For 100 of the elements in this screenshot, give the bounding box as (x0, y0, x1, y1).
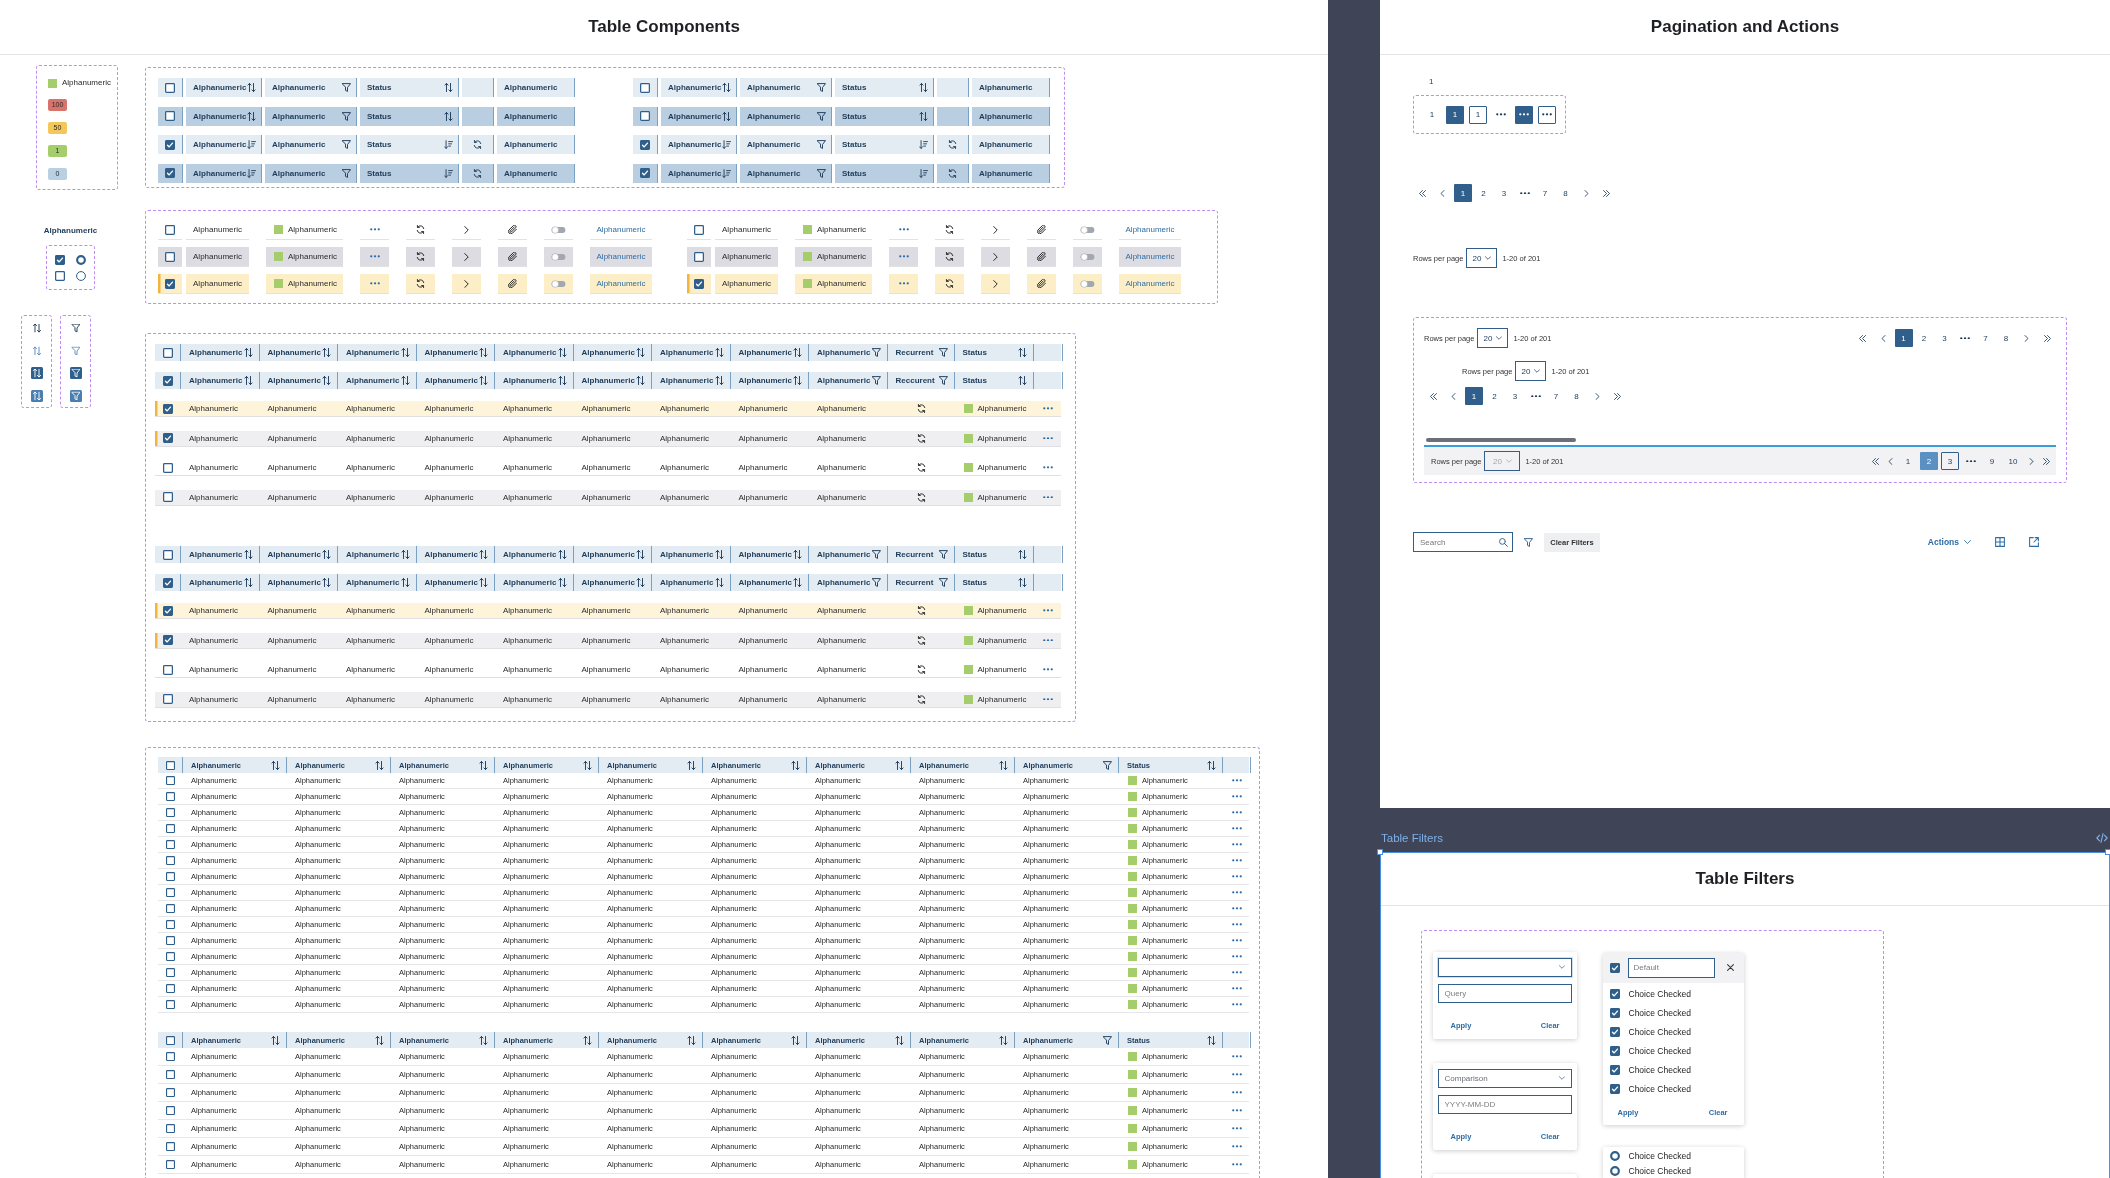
page-button[interactable]: 7 (1976, 329, 1995, 347)
checkbox[interactable] (166, 792, 175, 801)
sort-icon[interactable] (375, 760, 384, 770)
column-header[interactable]: Alphanumeric (416, 372, 495, 389)
filter-input[interactable]: Query (1437, 983, 1572, 1003)
column-header[interactable]: Alphanumeric (573, 574, 652, 591)
checkbox[interactable] (163, 605, 173, 616)
sort-icon[interactable] (271, 760, 280, 770)
sort-icon[interactable] (1017, 578, 1027, 587)
filter-select[interactable] (1437, 957, 1572, 977)
more-icon[interactable] (1232, 1003, 1242, 1006)
sort-icon[interactable] (791, 760, 800, 770)
rows-per-page-select[interactable]: 20 (1477, 328, 1509, 348)
more-icon[interactable] (1043, 466, 1054, 469)
more-icon[interactable] (369, 255, 380, 258)
sort-descending-icon[interactable] (919, 140, 928, 149)
checkbox[interactable] (165, 251, 175, 262)
sort-icon[interactable] (247, 83, 256, 92)
column-header[interactable]: Alphanumeric (661, 135, 737, 154)
search-icon[interactable] (1499, 537, 1508, 547)
chevron-right-icon[interactable] (464, 279, 469, 288)
frame-label[interactable]: Table Filters (1381, 832, 1443, 844)
checkbox[interactable] (162, 577, 173, 588)
checkbox[interactable] (165, 760, 175, 770)
sort-icon[interactable] (243, 578, 253, 587)
column-header[interactable]: Alphanumeric (186, 106, 262, 126)
sort-icon[interactable] (722, 111, 731, 121)
column-header[interactable]: Alphanumeric (661, 163, 737, 183)
sort-icon[interactable] (557, 578, 567, 587)
checkbox[interactable] (166, 984, 175, 993)
sort-icon[interactable] (895, 1035, 904, 1045)
filter-icon[interactable] (69, 367, 82, 379)
sort-icon[interactable] (243, 348, 253, 357)
checkbox[interactable] (55, 254, 65, 265)
more-icon[interactable] (1232, 891, 1242, 894)
page-button[interactable]: 1 (1899, 452, 1917, 470)
sort-icon[interactable] (557, 550, 567, 559)
more-icon[interactable] (1232, 779, 1242, 782)
expand-icon[interactable] (2029, 537, 2039, 547)
sort-icon[interactable] (919, 83, 928, 92)
paperclip-icon[interactable] (508, 279, 517, 288)
column-header[interactable] (462, 106, 494, 126)
filter-icon[interactable] (938, 376, 948, 385)
sort-icon[interactable] (479, 550, 488, 559)
column-header[interactable]: Alphanumeric (730, 344, 809, 361)
more-icon[interactable] (1232, 1073, 1242, 1076)
page-button[interactable]: 8 (1997, 329, 2015, 347)
sort-icon[interactable] (1207, 1035, 1216, 1045)
table-row[interactable]: Alphanumeric Alphanumeric Alphanumeric Alphanumeric Alphanumeric Alphanumeric Alphanumeric Alphanumeric Alphanumeric Alphanumeric (155, 691, 1061, 708)
column-header[interactable]: Alphanumeric (338, 344, 417, 361)
column-header[interactable]: Alphanumeric (495, 574, 574, 591)
page-button[interactable]: 7 (1536, 184, 1554, 202)
more-icon[interactable] (1232, 987, 1242, 990)
checkbox[interactable] (165, 278, 175, 289)
checkbox[interactable] (165, 1035, 175, 1045)
sort-icon[interactable] (714, 348, 724, 357)
filter-icon[interactable] (817, 111, 826, 121)
column-header[interactable] (462, 135, 494, 154)
table-row[interactable]: Alphanumeric Alphanumeric Alphanumeric Alphanumeric Alphanumeric Alphanumeric Alphanumeric Alphanumeric Alphanumeric Alphanumeric (155, 460, 1061, 476)
column-header[interactable]: Recurrent (887, 546, 955, 563)
filter-icon[interactable] (69, 322, 82, 334)
checkbox[interactable] (640, 111, 650, 121)
checkbox[interactable] (166, 1070, 175, 1079)
column-header[interactable]: Alphanumeric (259, 344, 338, 361)
column-header[interactable]: Alphanumeric (181, 574, 260, 591)
checkbox[interactable] (165, 139, 175, 150)
page-button[interactable]: 1 (1454, 184, 1472, 202)
toggle-switch[interactable] (551, 225, 566, 234)
checkbox[interactable] (694, 278, 704, 289)
column-header[interactable]: Alphanumeric (972, 78, 1050, 97)
more-icon[interactable] (1043, 407, 1054, 410)
checkbox[interactable] (165, 168, 175, 178)
column-header[interactable]: Alphanumeric (809, 546, 888, 563)
checkbox[interactable] (166, 808, 175, 817)
filter-icon[interactable] (69, 389, 82, 402)
column-header[interactable]: Alphanumeric (497, 135, 575, 154)
sort-icon[interactable] (479, 578, 488, 587)
filter-input[interactable]: Default (1627, 957, 1715, 978)
more-icon[interactable] (1232, 1163, 1242, 1166)
toggle-switch[interactable] (1080, 225, 1095, 234)
page-button[interactable]: 1 (1423, 105, 1441, 124)
column-header[interactable]: Alphanumeric (338, 546, 417, 563)
sort-icon[interactable] (557, 376, 567, 385)
filter-icon[interactable] (1103, 1035, 1112, 1045)
page-button[interactable]: 3 (1495, 184, 1513, 202)
filter-icon[interactable] (871, 348, 881, 357)
column-header[interactable]: Status (954, 574, 1034, 591)
checkbox[interactable] (162, 347, 173, 358)
more-icon[interactable] (1043, 436, 1054, 440)
page-button[interactable]: 8 (1567, 387, 1586, 405)
sort-icon[interactable] (791, 1035, 800, 1045)
more-icon[interactable] (1043, 638, 1054, 642)
checkbox[interactable] (162, 549, 173, 560)
radio-button[interactable] (76, 254, 86, 265)
radio-button[interactable] (1609, 1166, 1620, 1176)
column-header[interactable]: Alphanumeric (809, 574, 888, 591)
link[interactable]: Alphanumeric (1125, 252, 1175, 261)
column-header[interactable]: Recurrent (887, 574, 955, 591)
sort-icon[interactable] (999, 1035, 1008, 1045)
filter-icon[interactable] (938, 550, 948, 559)
